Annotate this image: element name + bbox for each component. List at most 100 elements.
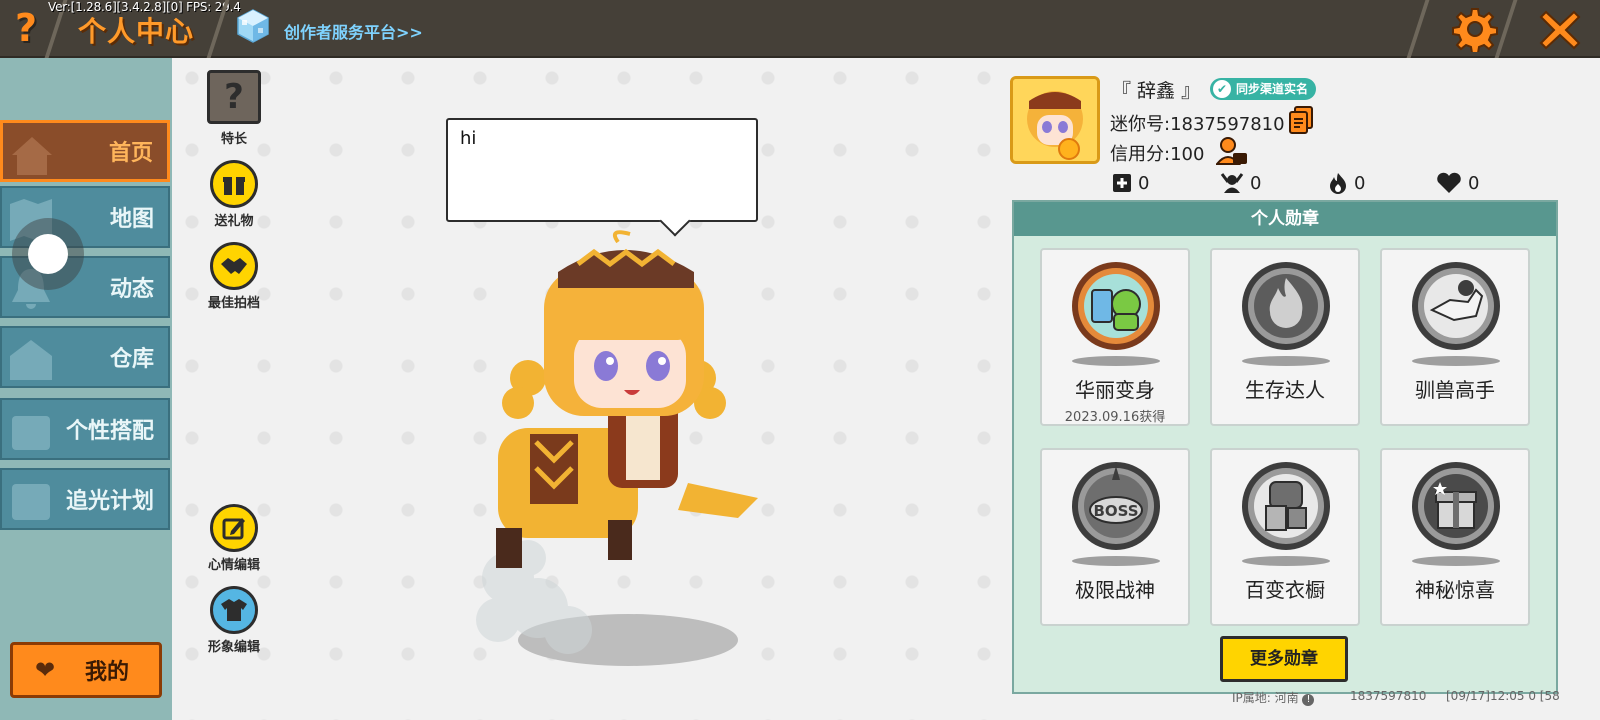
boss-emblem-text: BOSS (1093, 502, 1138, 520)
gift-icon (210, 160, 258, 208)
wardrobe-medal-icon (1242, 462, 1330, 550)
medal-card[interactable]: 百变衣橱 (1210, 448, 1360, 626)
medal-name: 极限战神 (1075, 578, 1155, 602)
likes-heart-icon (1437, 172, 1461, 193)
sidebar-item-label: 地图 (109, 207, 154, 232)
home-icon (12, 137, 52, 175)
more-medals-button[interactable]: 更多勋章 (1220, 636, 1348, 682)
credit-user-icon[interactable] (1216, 136, 1248, 166)
best-partner-button[interactable]: 最佳拍档 (198, 242, 270, 311)
mystery-gift-medal-icon (1412, 462, 1500, 550)
stat-value: 0 (1468, 172, 1480, 194)
heart-icon: ❤ (35, 656, 56, 684)
specialty-button[interactable]: ? 特长 (198, 70, 270, 147)
sync-realname-badge[interactable]: ✔ 同步渠道实名 (1210, 78, 1317, 100)
question-mark-icon: ? (14, 6, 38, 50)
footer-account-id: 1837597810 (1350, 689, 1427, 703)
fans-icon (1220, 173, 1244, 193)
medal-name: 华丽变身 (1075, 378, 1155, 402)
speech-bubble[interactable]: hi (446, 118, 758, 222)
medal-shadow (1072, 356, 1160, 366)
stat-likes[interactable]: 0 (1436, 170, 1479, 196)
send-gift-label: 送礼物 (214, 214, 254, 229)
medal-shadow (1242, 356, 1330, 366)
specialty-label: 特长 (220, 132, 247, 147)
stat-fans[interactable]: 0 (1220, 170, 1261, 196)
user-check-icon: ✔ (1213, 80, 1231, 98)
sidebar-item-label: 首页 (108, 141, 153, 166)
copy-icon[interactable] (1288, 106, 1314, 134)
speech-text: hi (460, 128, 477, 149)
warehouse-icon (10, 340, 52, 380)
sidebar-item-label: 仓库 (109, 347, 154, 372)
sidebar-item-warehouse[interactable]: 仓库 (0, 326, 170, 388)
medal-date: 2023.09.16获得 (1064, 410, 1166, 425)
medal-shadow (1072, 556, 1160, 566)
creator-cube-icon[interactable] (236, 8, 270, 44)
sidebar-item-label: 动态 (109, 277, 154, 302)
page-title: 个人中心 (78, 15, 195, 48)
settings-divider (1406, 0, 1430, 58)
medal-name: 神秘惊喜 (1415, 578, 1495, 602)
unknown-specialty-icon: ? (207, 70, 261, 124)
sidebar-item-outfit[interactable]: 个性搭配 (0, 398, 170, 460)
image-edit-button[interactable]: 形象编辑 (198, 586, 270, 655)
mini-id: 迷你号:1837597810 (1110, 114, 1285, 135)
profile-avatar[interactable] (1010, 76, 1100, 164)
boss-medal-icon: BOSS (1072, 462, 1160, 550)
joystick-knob[interactable] (28, 234, 68, 274)
mine-label: 我的 (84, 660, 129, 685)
mood-edit-label: 心情编辑 (207, 558, 260, 573)
light-plan-icon (12, 484, 50, 520)
stat-value: 0 (1354, 172, 1366, 194)
help-button[interactable]: ? (6, 6, 46, 50)
mood-edit-button[interactable]: 心情编辑 (198, 504, 270, 573)
virtual-joystick[interactable] (12, 218, 84, 290)
medal-shadow (1242, 556, 1330, 566)
medal-card[interactable]: 华丽变身 2023.09.16获得 (1040, 248, 1190, 426)
sync-badge-label: 同步渠道实名 (1236, 82, 1309, 96)
medal-shadow (1412, 356, 1500, 366)
shirt-icon (210, 586, 258, 634)
creator-platform-link[interactable]: 创作者服务平台>> (284, 19, 423, 43)
flame-icon (1330, 173, 1346, 194)
medal-card[interactable]: 生存达人 (1210, 248, 1360, 426)
medal-panel: 个人勋章 华丽变身 2023.09.16获得 生存达人 驯兽高手 BOSS 极限… (1012, 200, 1558, 694)
medal-card[interactable]: BOSS 极限战神 (1040, 448, 1190, 626)
player-avatar-character[interactable] (458, 228, 788, 678)
credit-score: 信用分:100 (1110, 144, 1205, 165)
sidebar-item-home[interactable]: 首页 (0, 120, 170, 182)
add-friend-icon (1113, 174, 1131, 192)
sidebar: 首页 地图 动态 仓库 个性搭配 追光计划 ❤ 我的 (0, 58, 172, 720)
survival-medal-icon (1242, 262, 1330, 350)
ip-location: IP属地: 河南 ! (1232, 689, 1315, 706)
edit-pencil-icon (210, 504, 258, 552)
send-gift-button[interactable]: 送礼物 (198, 160, 270, 229)
medal-name: 生存达人 (1245, 378, 1325, 402)
info-icon[interactable]: ! (1302, 694, 1315, 706)
mine-button[interactable]: ❤ 我的 (10, 642, 162, 698)
beast-tamer-medal-icon (1412, 262, 1500, 350)
medal-shadow (1412, 556, 1500, 566)
gear-icon[interactable] (1452, 6, 1498, 52)
image-edit-label: 形象编辑 (207, 640, 260, 655)
medal-card[interactable]: 驯兽高手 (1380, 248, 1530, 426)
medal-panel-title: 个人勋章 (1014, 202, 1556, 236)
medal-name: 百变衣橱 (1245, 578, 1325, 602)
stat-popularity[interactable]: 0 (1328, 170, 1365, 196)
best-partner-label: 最佳拍档 (207, 296, 260, 311)
stat-value: 0 (1138, 172, 1150, 194)
top-bar: ? Ver:[1.28.6][3.4.2.8][0] FPS: 29.4 个人中… (0, 0, 1600, 58)
ip-location-text: IP属地: 河南 (1232, 691, 1299, 705)
close-icon[interactable] (1538, 8, 1582, 52)
sidebar-item-chase-light[interactable]: 追光计划 (0, 468, 170, 530)
character-head-icon (12, 416, 50, 450)
medal-card[interactable]: 神秘惊喜 (1380, 448, 1530, 626)
stat-add-friend[interactable]: 0 (1112, 170, 1149, 196)
close-divider (1494, 0, 1518, 58)
sidebar-item-label: 个性搭配 (65, 419, 154, 444)
footer-timestamp: [09/17]12:05 0 [58 (1446, 689, 1560, 703)
transformation-medal-icon (1072, 262, 1160, 350)
player-nickname: 『 辞鑫 』 (1112, 80, 1201, 102)
stat-value: 0 (1250, 172, 1262, 194)
